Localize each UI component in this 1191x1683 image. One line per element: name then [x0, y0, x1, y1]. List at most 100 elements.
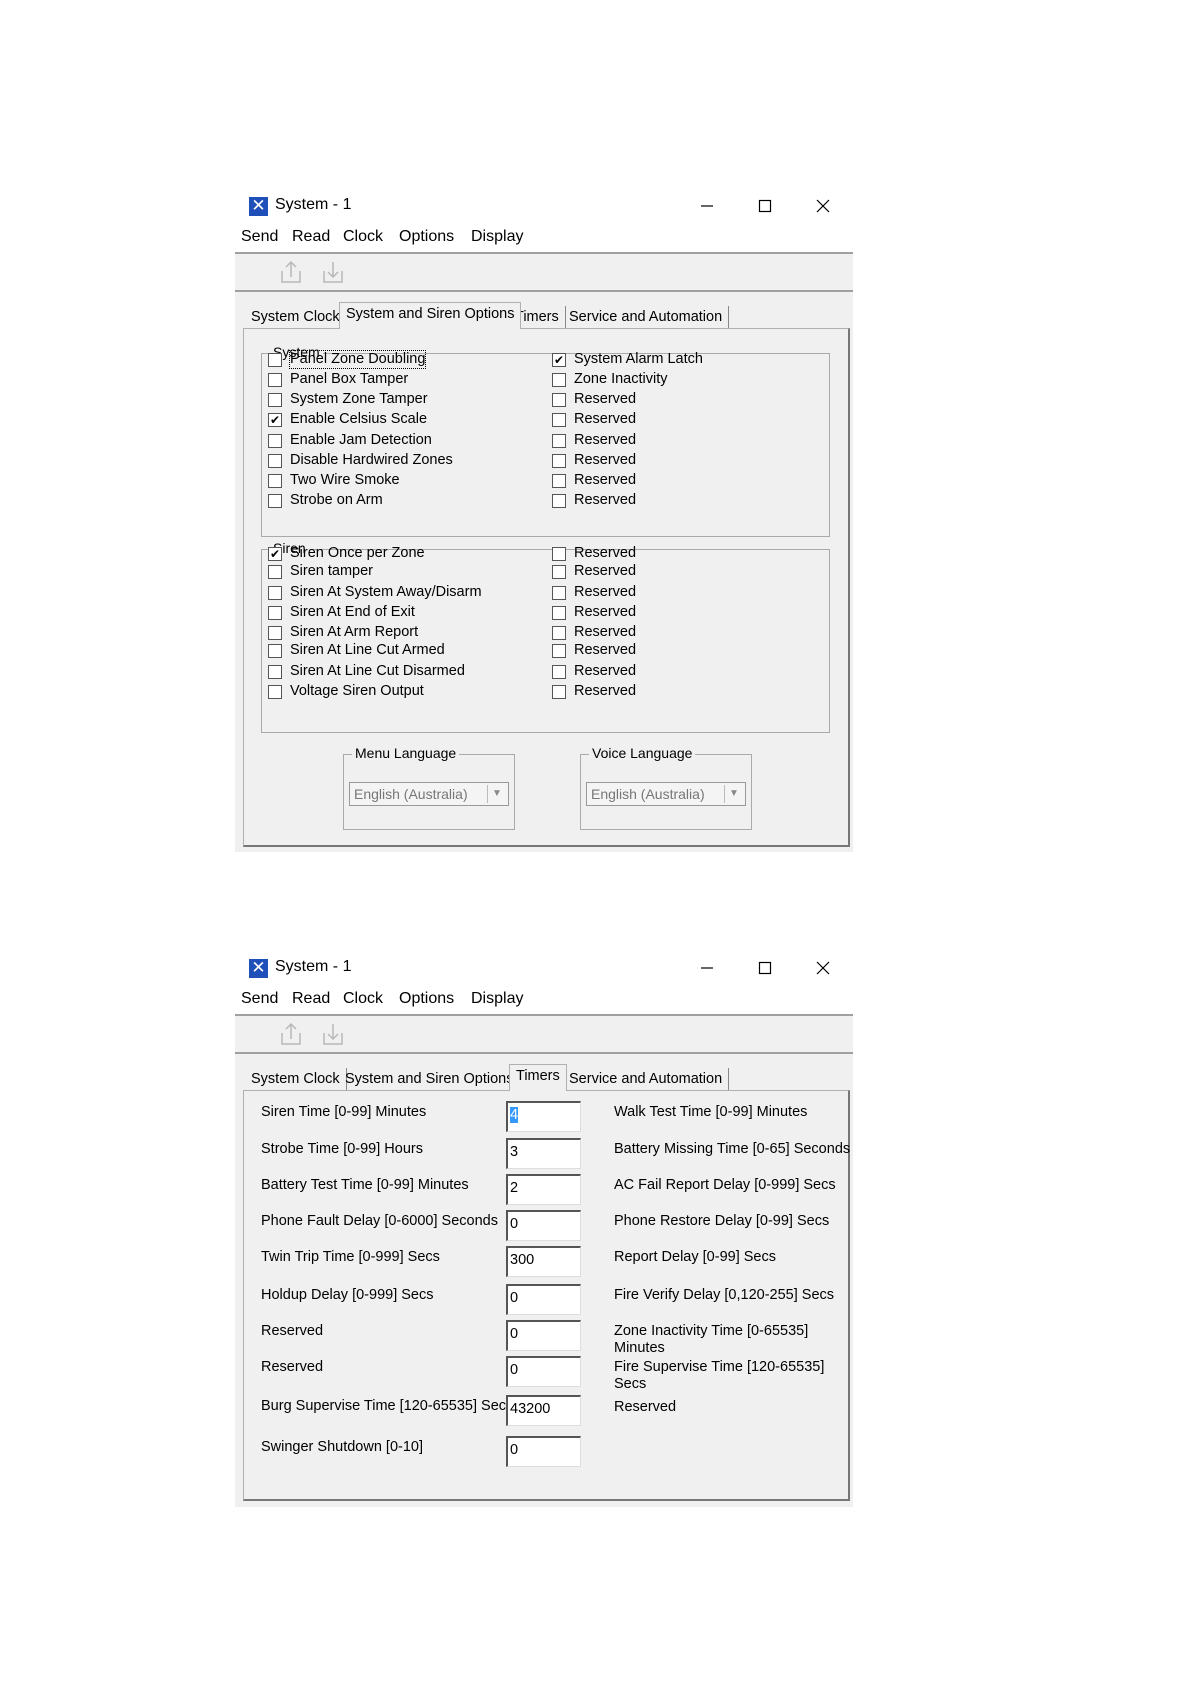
menu-send[interactable]: Send: [241, 990, 278, 1008]
menu-read[interactable]: Read: [292, 990, 330, 1008]
menu-display[interactable]: Display: [471, 990, 523, 1008]
timer-input-value: 0: [510, 1362, 519, 1378]
tab-timers[interactable]: Timers: [509, 1064, 567, 1091]
checkbox-label: Siren tamper: [290, 563, 374, 579]
close-button[interactable]: [797, 950, 849, 986]
timer-input-value: 300: [510, 1252, 535, 1268]
timer-label-line: Secs: [614, 1376, 647, 1392]
tab-system-siren-options[interactable]: System and Siren Options: [339, 1068, 521, 1090]
menu-language-group: Menu Language English (Australia) ▼: [343, 745, 515, 830]
checkbox-label: Siren Once per Zone: [290, 545, 425, 561]
checkbox-unchecked-icon[interactable]: [268, 353, 282, 367]
tab-service-automation[interactable]: Service and Automation: [563, 1068, 730, 1090]
checkbox-label: Reserved: [574, 452, 637, 468]
checkbox-checked-icon[interactable]: ✔: [552, 353, 566, 367]
read-download-button[interactable]: [321, 1021, 345, 1047]
checkbox-unchecked-icon[interactable]: [552, 373, 566, 387]
voice-language-label: Voice Language: [589, 745, 696, 761]
checkbox-unchecked-icon[interactable]: [552, 586, 566, 600]
checkbox-unchecked-icon[interactable]: [268, 474, 282, 488]
tab-system-siren-options[interactable]: System and Siren Options: [339, 302, 522, 329]
maximize-button[interactable]: [739, 950, 791, 986]
checkbox-label: Voltage Siren Output: [290, 683, 424, 699]
timer-label: Fire Verify Delay [0,120-255] Secs: [614, 1287, 834, 1304]
timer-input[interactable]: 43200: [506, 1395, 581, 1426]
timer-input[interactable]: 3: [506, 1138, 581, 1169]
timer-input[interactable]: 0: [506, 1284, 581, 1315]
checkbox-label: Disable Hardwired Zones: [290, 452, 453, 468]
checkbox-unchecked-icon[interactable]: [268, 373, 282, 387]
checkbox-checked-icon[interactable]: ✔: [268, 547, 282, 561]
send-upload-button[interactable]: [279, 1021, 303, 1047]
timer-input[interactable]: 300: [506, 1246, 581, 1277]
checkbox-unchecked-icon[interactable]: [268, 626, 282, 640]
timer-label-line: Zone Inactivity Time [0-65535]: [614, 1323, 809, 1339]
checkbox-unchecked-icon[interactable]: [268, 434, 282, 448]
checkbox-unchecked-icon[interactable]: [552, 454, 566, 468]
checkbox-label: Strobe on Arm: [290, 492, 383, 508]
menu-send[interactable]: Send: [241, 228, 278, 246]
timer-input[interactable]: 0: [506, 1210, 581, 1241]
minimize-button[interactable]: [681, 950, 733, 986]
timer-input[interactable]: 2: [506, 1174, 581, 1205]
checkbox-unchecked-icon[interactable]: [552, 547, 566, 561]
checkbox-unchecked-icon[interactable]: [552, 626, 566, 640]
timer-input[interactable]: 0: [506, 1320, 581, 1351]
checkbox-unchecked-icon[interactable]: [268, 565, 282, 579]
minimize-button[interactable]: [681, 188, 733, 224]
checkbox-unchecked-icon[interactable]: [268, 606, 282, 620]
close-button[interactable]: [797, 188, 849, 224]
checkbox-unchecked-icon[interactable]: [552, 644, 566, 658]
menu-language-value: English (Australia): [354, 786, 468, 802]
checkbox-unchecked-icon[interactable]: [552, 474, 566, 488]
checkbox-unchecked-icon[interactable]: [552, 434, 566, 448]
menu-display[interactable]: Display: [471, 228, 523, 246]
timer-input-value: 0: [510, 1442, 519, 1458]
checkbox-checked-icon[interactable]: ✔: [268, 413, 282, 427]
checkbox-label: Zone Inactivity: [574, 371, 668, 387]
voice-language-select[interactable]: English (Australia) ▼: [586, 782, 746, 806]
checkbox-label: Reserved: [574, 683, 637, 699]
timer-label-line: Minutes: [614, 1340, 665, 1356]
tab-system-clock[interactable]: System Clock: [245, 306, 347, 328]
checkbox-unchecked-icon[interactable]: [552, 685, 566, 699]
checkbox-label: Reserved: [574, 584, 637, 600]
checkbox-unchecked-icon[interactable]: [268, 665, 282, 679]
checkbox-unchecked-icon[interactable]: [268, 393, 282, 407]
checkbox-unchecked-icon[interactable]: [268, 586, 282, 600]
menu-read[interactable]: Read: [292, 228, 330, 246]
checkbox-label: Panel Zone Doubling: [288, 350, 427, 369]
checkbox-label: Enable Jam Detection: [290, 432, 432, 448]
checkbox-unchecked-icon[interactable]: [552, 494, 566, 508]
maximize-button[interactable]: [739, 188, 791, 224]
checkbox-label: Reserved: [574, 604, 637, 620]
checkbox-unchecked-icon[interactable]: [552, 665, 566, 679]
tab-system-clock[interactable]: System Clock: [245, 1068, 347, 1090]
timer-label: Phone Restore Delay [0-99] Secs: [614, 1213, 829, 1230]
timer-label: Phone Fault Delay [0-6000] Seconds: [261, 1213, 498, 1229]
tab-service-automation[interactable]: Service and Automation: [563, 306, 730, 328]
timer-input[interactable]: 0: [506, 1356, 581, 1387]
window-title: System - 1: [275, 958, 352, 975]
checkbox-unchecked-icon[interactable]: [268, 644, 282, 658]
checkbox-unchecked-icon[interactable]: [268, 685, 282, 699]
checkbox-unchecked-icon[interactable]: [552, 565, 566, 579]
checkbox-unchecked-icon[interactable]: [552, 606, 566, 620]
menu-clock[interactable]: Clock: [343, 990, 383, 1008]
menu-options[interactable]: Options: [399, 990, 454, 1008]
timer-label-line: Walk Test Time [0-99] Minutes: [614, 1104, 808, 1120]
checkbox-unchecked-icon[interactable]: [268, 494, 282, 508]
checkbox-unchecked-icon[interactable]: [552, 413, 566, 427]
read-download-button[interactable]: [321, 259, 345, 285]
send-upload-button[interactable]: [279, 259, 303, 285]
checkbox-unchecked-icon[interactable]: [552, 393, 566, 407]
menu-language-select[interactable]: English (Australia) ▼: [349, 782, 509, 806]
checkbox-unchecked-icon[interactable]: [268, 454, 282, 468]
timer-label: Battery Missing Time [0-65] Seconds: [614, 1141, 850, 1158]
timer-input[interactable]: 0: [506, 1436, 581, 1467]
timer-input[interactable]: 4: [506, 1101, 581, 1132]
menu-clock[interactable]: Clock: [343, 228, 383, 246]
timer-label: Holdup Delay [0-999] Secs: [261, 1287, 434, 1303]
system-window-options: ✕ System - 1 Send Read Clock Options Dis…: [235, 188, 853, 852]
menu-options[interactable]: Options: [399, 228, 454, 246]
